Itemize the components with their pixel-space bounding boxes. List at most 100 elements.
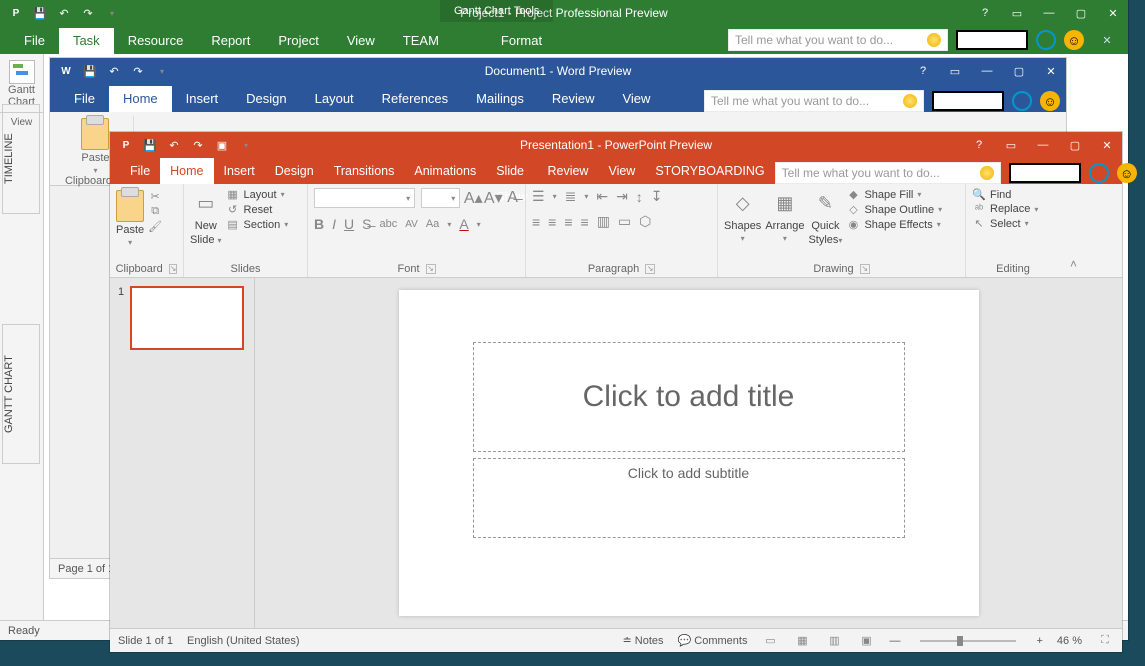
normal-view-icon[interactable]: ▭ — [761, 634, 779, 648]
align-text-icon[interactable]: ▭ — [618, 213, 631, 230]
collapse-ribbon-icon[interactable]: ✕ — [1092, 26, 1122, 54]
tab-file[interactable]: File — [60, 86, 109, 112]
tab-design[interactable]: Design — [265, 158, 324, 184]
increase-indent-icon[interactable]: ⇥ — [616, 188, 628, 205]
ribbon-display-icon[interactable]: ▭ — [996, 131, 1026, 159]
tab-task[interactable]: Task — [59, 28, 114, 54]
zoom-slider[interactable] — [920, 640, 1016, 642]
text-direction-icon[interactable]: ↧ — [651, 188, 663, 205]
feedback-icon[interactable]: ☺ — [1064, 30, 1084, 50]
tab-animations[interactable]: Animations — [404, 158, 486, 184]
shape-outline-button[interactable]: ◇Shape Outline▾ — [846, 203, 942, 216]
sorter-view-icon[interactable]: ▦ — [793, 634, 811, 648]
tab-references[interactable]: References — [368, 86, 462, 112]
shape-effects-button[interactable]: ◉Shape Effects▾ — [846, 218, 942, 231]
font-name-combo[interactable]: ▾ — [314, 188, 415, 208]
undo-icon[interactable]: ↶ — [54, 3, 74, 23]
zoom-out-button[interactable]: — — [889, 635, 900, 647]
tab-mailings[interactable]: Mailings — [462, 86, 538, 112]
cortana-icon[interactable] — [1089, 163, 1109, 183]
tell-me-search[interactable]: Tell me what you want to do... — [728, 29, 948, 51]
feedback-icon[interactable]: ☺ — [1040, 91, 1060, 111]
gantt-chart-icon[interactable] — [9, 60, 35, 84]
cortana-icon[interactable] — [1036, 30, 1056, 50]
restore-button[interactable]: ▢ — [1066, 0, 1096, 27]
qat-dropdown-icon[interactable]: ▾ — [152, 61, 172, 81]
help-icon[interactable]: ? — [970, 0, 1000, 27]
close-button[interactable]: ✕ — [1098, 0, 1128, 27]
tab-view[interactable]: View — [598, 158, 645, 184]
bold-button[interactable]: B — [314, 216, 324, 232]
minimize-button[interactable]: — — [1028, 131, 1058, 159]
slide-thumbnail[interactable] — [130, 286, 244, 350]
save-icon[interactable]: 💾 — [30, 3, 50, 23]
title-placeholder[interactable]: Click to add title — [473, 342, 905, 452]
comments-button[interactable]: 💬 Comments — [678, 634, 748, 647]
redo-icon[interactable]: ↷ — [128, 61, 148, 81]
tab-resource[interactable]: Resource — [114, 28, 198, 54]
change-case-button[interactable]: Aa — [426, 218, 439, 230]
shapes-button[interactable]: ◇Shapes▾ — [724, 188, 761, 243]
slide-canvas[interactable]: Click to add title Click to add subtitle — [399, 290, 979, 616]
user-account[interactable] — [956, 30, 1028, 50]
shadow-button[interactable]: abc — [379, 218, 397, 230]
shape-fill-button[interactable]: ◆Shape Fill▾ — [846, 188, 942, 201]
close-button[interactable]: ✕ — [1092, 131, 1122, 159]
restore-button[interactable]: ▢ — [1004, 57, 1034, 85]
format-painter-icon[interactable]: 🖌 — [148, 220, 162, 233]
tab-insert[interactable]: Insert — [214, 158, 265, 184]
subtitle-placeholder[interactable]: Click to add subtitle — [473, 458, 905, 538]
layout-button[interactable]: ▦Layout▾ — [226, 188, 289, 201]
new-slide-button[interactable]: ▭ New Slide ▾ — [190, 188, 222, 246]
tab-design[interactable]: Design — [232, 86, 300, 112]
tab-file[interactable]: File — [120, 158, 160, 184]
help-icon[interactable]: ? — [908, 57, 938, 85]
close-button[interactable]: ✕ — [1036, 57, 1066, 85]
save-icon[interactable]: 💾 — [140, 135, 160, 155]
justify-icon[interactable]: ≡ — [581, 214, 589, 230]
slide-editor-area[interactable]: Click to add title Click to add subtitle — [255, 278, 1122, 628]
redo-icon[interactable]: ↷ — [78, 3, 98, 23]
tab-transitions[interactable]: Transitions — [324, 158, 405, 184]
line-spacing-icon[interactable]: ↕ — [636, 189, 643, 205]
font-color-button[interactable]: A — [459, 216, 468, 232]
reset-button[interactable]: ↺Reset — [226, 203, 289, 216]
quick-styles-button[interactable]: ✎QuickStyles▾ — [808, 188, 842, 246]
timeline-side-label[interactable]: TIMELINE — [2, 104, 40, 214]
align-left-icon[interactable]: ≡ — [532, 214, 540, 230]
undo-icon[interactable]: ↶ — [164, 135, 184, 155]
cortana-icon[interactable] — [1012, 91, 1032, 111]
restore-button[interactable]: ▢ — [1060, 131, 1090, 159]
italic-button[interactable]: I — [332, 216, 336, 232]
fit-to-window-icon[interactable]: ⛶ — [1096, 634, 1114, 648]
user-account[interactable] — [932, 91, 1004, 111]
tell-me-search[interactable]: Tell me what you want to do... — [775, 162, 1001, 184]
columns-icon[interactable]: ▥ — [597, 213, 610, 230]
tab-insert[interactable]: Insert — [172, 86, 233, 112]
help-icon[interactable]: ? — [964, 131, 994, 159]
ppt-titlebar[interactable]: P 💾 ↶ ↷ ▣ ▾ Presentation1 - PowerPoint P… — [110, 132, 1122, 158]
start-show-icon[interactable]: ▣ — [212, 135, 232, 155]
tab-review[interactable]: Review — [537, 158, 598, 184]
dialog-launcher-icon[interactable]: ↘ — [426, 264, 436, 274]
shrink-font-icon[interactable]: A▾ — [486, 188, 500, 208]
gantt-side-label[interactable]: GANTT CHART — [2, 324, 40, 464]
tab-report[interactable]: Report — [197, 28, 264, 54]
slide-thumbnail-panel[interactable]: 1 — [110, 278, 255, 628]
replace-button[interactable]: ᵃᵇReplace▾ — [972, 203, 1038, 215]
cut-icon[interactable]: ✂ — [148, 190, 162, 203]
align-right-icon[interactable]: ≡ — [564, 214, 572, 230]
underline-button[interactable]: U — [344, 216, 354, 232]
minimize-button[interactable]: — — [972, 57, 1002, 85]
smartart-icon[interactable]: ⬡ — [639, 213, 651, 230]
tab-review[interactable]: Review — [538, 86, 609, 112]
copy-icon[interactable]: ⧉ — [148, 205, 162, 218]
zoom-level[interactable]: 46 % — [1057, 635, 1082, 647]
feedback-icon[interactable]: ☺ — [1117, 163, 1137, 183]
tell-me-search[interactable]: Tell me what you want to do... — [704, 90, 924, 112]
tab-format[interactable]: Format — [487, 28, 556, 54]
zoom-in-button[interactable]: + — [1036, 635, 1042, 647]
tab-storyboarding[interactable]: STORYBOARDING — [645, 158, 774, 184]
clear-formatting-icon[interactable]: A̶ — [506, 189, 519, 207]
save-icon[interactable]: 💾 — [80, 61, 100, 81]
